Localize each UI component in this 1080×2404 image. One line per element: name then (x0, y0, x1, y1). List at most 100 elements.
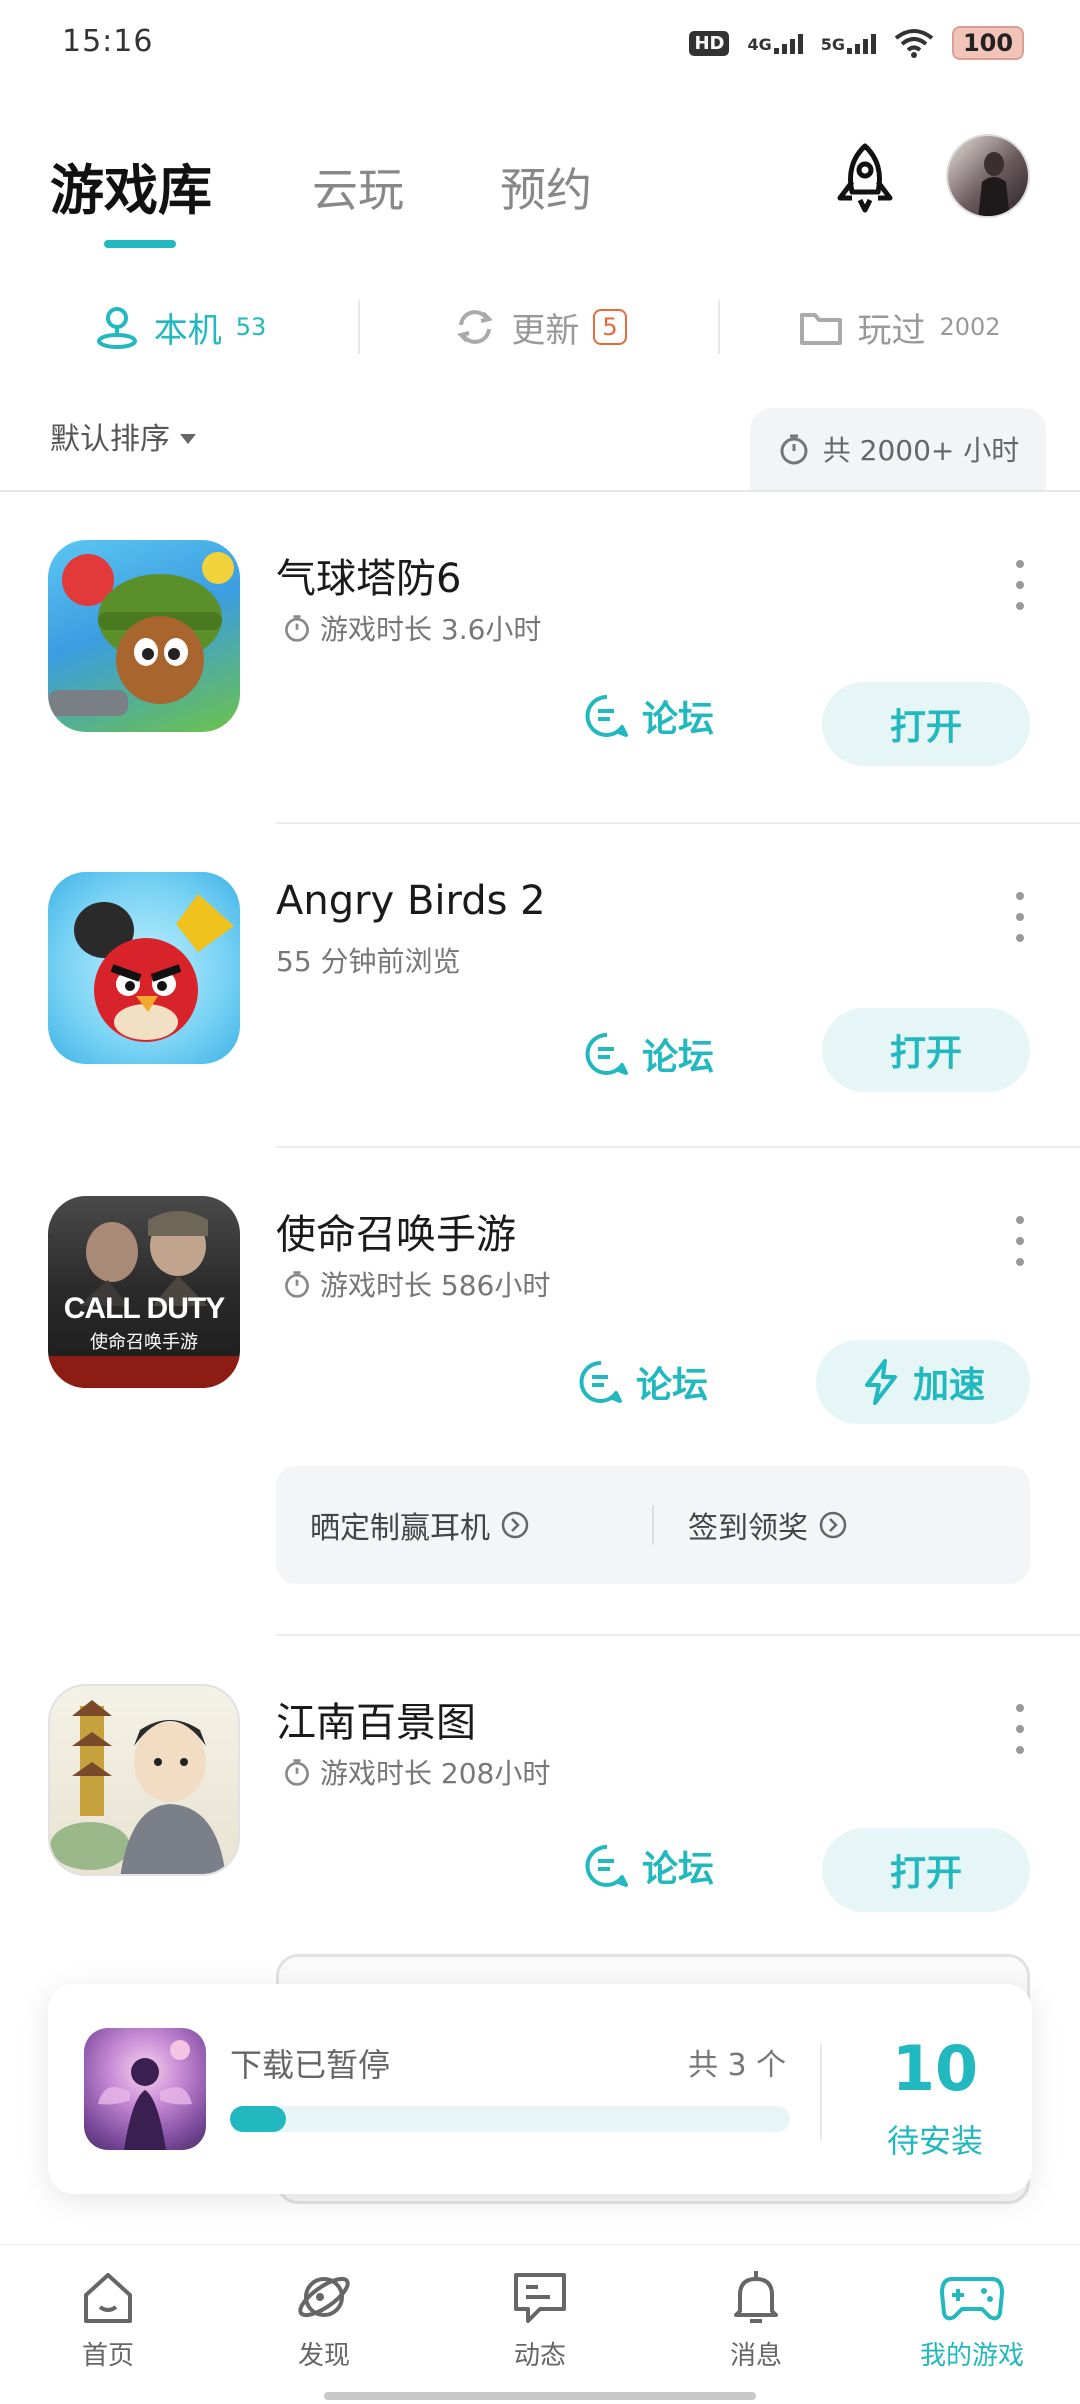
game-playtime: 游戏时长 586小时 (320, 1269, 551, 1302)
location-person-icon (96, 307, 137, 349)
stopwatch-icon (285, 1759, 309, 1786)
forum-label: 论坛 (642, 1037, 715, 1078)
icon-logo-subtext: 使命召唤手游 (90, 1332, 198, 1353)
open-game-button[interactable]: 打开 (822, 682, 1030, 766)
pending-install-count[interactable]: 10 (840, 2032, 1030, 2105)
nav-home[interactable]: 首页 (0, 2245, 216, 2404)
row-divider (276, 822, 1080, 824)
game-title: 江南百景图 (276, 1700, 476, 1746)
home-indicator[interactable] (324, 2392, 756, 2400)
download-status-text: 下载已暂停 (230, 2046, 391, 2084)
nav-feed-label: 动态 (513, 2341, 566, 2371)
game-icon-bloons[interactable] (48, 540, 240, 732)
promo-link-earphones[interactable]: 晒定制赢耳机 (276, 1503, 652, 1547)
nav-my-games-label: 我的游戏 (919, 2341, 1024, 2371)
signal-4g-icon: 4G (747, 32, 803, 54)
download-progress-bar (230, 2106, 790, 2132)
promo-link-checkin[interactable]: 签到领奖 (654, 1503, 1030, 1547)
nav-feed[interactable]: 动态 (432, 2245, 648, 2404)
sub-tab-local[interactable]: 本机 53 (0, 303, 360, 352)
game-subtitle: 游戏时长 208小时 (282, 1752, 550, 1792)
circle-arrow-icon (819, 1511, 847, 1539)
stopwatch-icon (285, 1271, 309, 1298)
icon-logo-text: CALL DUTY (63, 1292, 225, 1325)
game-icon-jiangnan[interactable] (48, 1684, 240, 1876)
tab-cloud-play[interactable]: 云玩 (312, 154, 404, 220)
sub-tab-update[interactable]: 更新 5 (360, 303, 720, 352)
more-options-icon[interactable] (1012, 560, 1028, 610)
tab-game-library[interactable]: 游戏库 (50, 146, 212, 225)
accelerate-label: 加速 (912, 1365, 985, 1406)
caret-down-icon (180, 434, 196, 444)
sub-tab-local-label: 本机 (153, 310, 222, 351)
nav-messages[interactable]: 消息 (648, 2245, 864, 2404)
status-bar: 15:16 HD 4G 5G 100 (0, 0, 1080, 90)
top-tab-bar: 游戏库 云玩 预约 (0, 140, 1080, 260)
sort-label: 默认排序 (50, 422, 170, 457)
forum-button[interactable]: 论坛 (584, 1028, 714, 1080)
promo-label: 晒定制赢耳机 (310, 1511, 490, 1546)
game-subtitle: 游戏时长 3.6小时 (282, 608, 541, 648)
game-icon-angry-birds[interactable] (48, 872, 240, 1064)
stopwatch-icon (780, 434, 808, 465)
row-divider (276, 1634, 1080, 1636)
game-icon-call-of-duty[interactable]: CALL DUTY 使命召唤手游 (48, 1196, 240, 1388)
sort-dropdown[interactable]: 默认排序 (50, 414, 196, 458)
pending-install-label[interactable]: 待安装 (840, 2116, 1030, 2162)
downloading-game-icon (84, 2028, 206, 2150)
download-progress-fill (230, 2106, 286, 2132)
game-subtitle: 游戏时长 586小时 (282, 1264, 550, 1304)
forum-button[interactable]: 论坛 (584, 1840, 714, 1892)
row-divider (276, 1146, 1080, 1148)
open-game-button[interactable]: 打开 (822, 1828, 1030, 1912)
bell-icon (734, 2271, 778, 2323)
download-status-card[interactable]: 下载已暂停 共 3 个 10 待安装 (48, 1984, 1032, 2194)
forum-button[interactable]: 论坛 (584, 690, 714, 742)
open-game-button[interactable]: 打开 (822, 1008, 1030, 1092)
nav-messages-label: 消息 (729, 2341, 782, 2371)
hd-icon: HD (689, 30, 730, 56)
sub-tab-played-count: 2002 (939, 313, 1001, 341)
sub-tab-played[interactable]: 玩过 2002 (720, 303, 1080, 352)
accelerate-button[interactable]: 加速 (816, 1340, 1030, 1424)
nav-discover[interactable]: 发现 (216, 2245, 432, 2404)
tab-reserve[interactable]: 预约 (500, 154, 592, 220)
game-last-viewed: 55 分钟前浏览 (276, 945, 461, 978)
promo-label: 签到领奖 (688, 1511, 808, 1546)
download-divider (820, 2044, 822, 2140)
nav-home-label: 首页 (81, 2341, 134, 2371)
nav-my-games[interactable]: 我的游戏 (864, 2245, 1080, 2404)
sub-tab-update-label: 更新 (511, 310, 580, 351)
forum-label: 论坛 (642, 1849, 715, 1890)
circle-arrow-icon (501, 1511, 529, 1539)
forum-chat-icon (579, 1360, 622, 1403)
forum-button[interactable]: 论坛 (578, 1356, 708, 1408)
game-playtime: 游戏时长 208小时 (320, 1757, 551, 1790)
nav-discover-label: 发现 (297, 2341, 350, 2371)
bottom-nav-bar: 首页 发现 动态 消息 我的游戏 (0, 2244, 1080, 2404)
wifi-icon (894, 28, 934, 58)
folder-icon (800, 313, 843, 345)
more-options-icon[interactable] (1012, 1704, 1028, 1754)
more-options-icon[interactable] (1012, 892, 1028, 942)
total-playtime: 共 2000+ 小时 (750, 408, 1046, 490)
home-icon (84, 2273, 132, 2323)
forum-chat-icon (585, 1032, 628, 1075)
game-title: 使命召唤手游 (276, 1212, 516, 1258)
user-avatar[interactable] (946, 134, 1030, 218)
status-icons: HD 4G 5G 100 (689, 26, 1024, 60)
more-options-icon[interactable] (1012, 1216, 1028, 1266)
sub-tab-local-count: 53 (235, 313, 267, 341)
download-count: 共 3 个 (688, 2048, 787, 2083)
sub-tab-bar: 本机 53 更新 5 玩过 2002 (0, 290, 1080, 364)
signal-5g-icon: 5G (821, 32, 876, 54)
forum-chat-icon (585, 1844, 628, 1887)
gamepad-icon (940, 2277, 1004, 2321)
refresh-icon (457, 310, 494, 344)
status-time: 15:16 (62, 24, 154, 59)
game-playtime: 游戏时长 3.6小时 (320, 613, 542, 646)
forum-label: 论坛 (636, 1365, 709, 1406)
rocket-icon[interactable] (826, 140, 904, 218)
stopwatch-icon (285, 615, 309, 642)
promo-box: 晒定制赢耳机 签到领奖 (276, 1466, 1030, 1584)
